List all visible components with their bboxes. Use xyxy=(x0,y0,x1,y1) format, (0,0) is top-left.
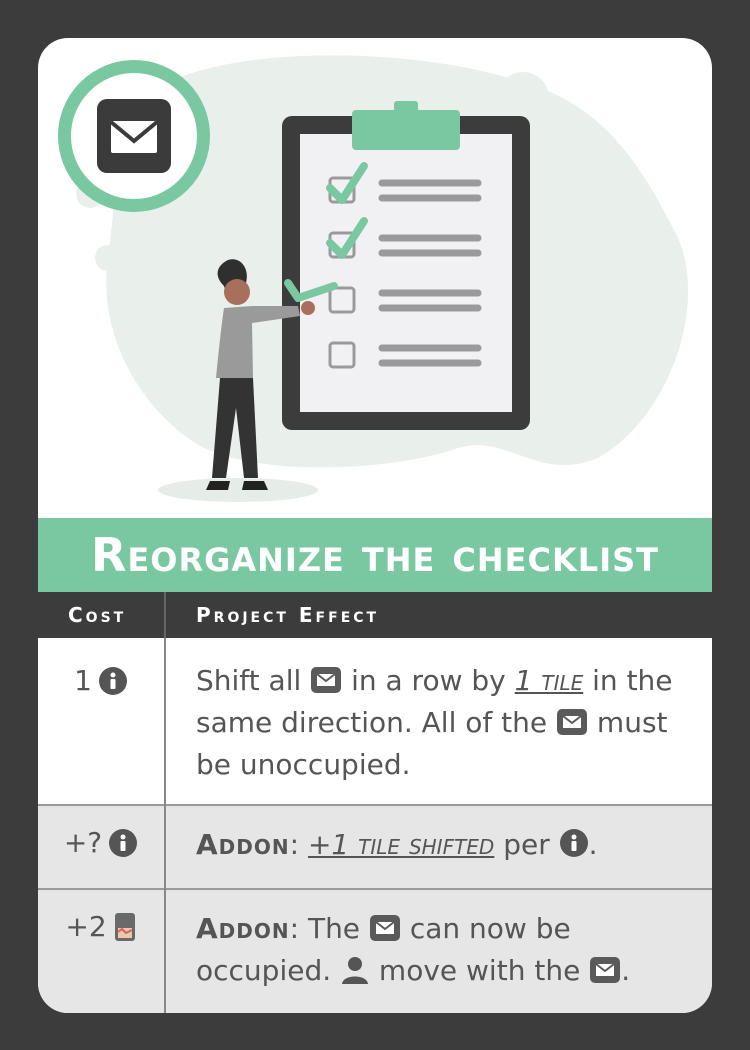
info-icon xyxy=(109,828,138,857)
envelope-icon xyxy=(557,709,588,735)
envelope-icon xyxy=(590,957,621,983)
effect-text: . xyxy=(621,954,631,987)
effect-cell: Addon: +1 tile shifted per . xyxy=(196,824,696,866)
card-title: Reorganize the checklist xyxy=(91,528,659,582)
table-row: 1 Shift all in a row by 1 tile in the sa… xyxy=(38,638,712,804)
cost-value: +2 xyxy=(65,910,107,943)
envelope-icon xyxy=(311,667,342,693)
addon-label: Addon xyxy=(196,912,290,945)
card-type-badge xyxy=(58,60,210,212)
cost-cell: 1 xyxy=(38,664,164,697)
card-icon xyxy=(114,912,135,941)
cost-cell: +? xyxy=(38,826,164,859)
effect-text: per xyxy=(494,828,559,861)
table-header: Cost Project Effect xyxy=(38,592,712,638)
cost-cell: +2 xyxy=(38,910,164,943)
info-icon xyxy=(559,829,588,857)
effect-text: move with the xyxy=(370,954,590,987)
effect-cell: Shift all in a row by 1 tile in the same… xyxy=(196,660,696,786)
person-icon xyxy=(342,957,369,984)
header-cost: Cost xyxy=(68,603,127,627)
effect-text: Shift all xyxy=(196,664,311,697)
header-effect: Project Effect xyxy=(196,603,380,627)
header-divider xyxy=(164,592,166,638)
effect-cell: Addon: The can now be occupied. move wit… xyxy=(196,908,696,992)
cost-value: +? xyxy=(63,826,103,859)
envelope-icon xyxy=(369,915,400,941)
table-row: +? Addon: +1 tile shifted per . xyxy=(38,804,712,888)
effect-text: : The xyxy=(289,912,369,945)
title-bar: Reorganize the checklist xyxy=(38,518,712,592)
table-row: +2 Addon: The can now be occupied. move … xyxy=(38,888,712,1013)
effect-text: in a row by xyxy=(342,664,515,697)
cost-value: 1 xyxy=(74,664,92,697)
addon-label: Addon xyxy=(196,828,290,861)
column-divider xyxy=(164,638,166,1013)
effect-text: : xyxy=(289,828,308,861)
effect-emphasis: 1 tile xyxy=(514,664,584,697)
info-icon xyxy=(98,666,127,695)
effect-emphasis: +1 tile shifted xyxy=(307,828,495,861)
envelope-icon xyxy=(97,99,171,173)
project-card: Reorganize the checklist Cost Project Ef… xyxy=(38,38,712,1013)
effect-text: . xyxy=(588,828,598,861)
